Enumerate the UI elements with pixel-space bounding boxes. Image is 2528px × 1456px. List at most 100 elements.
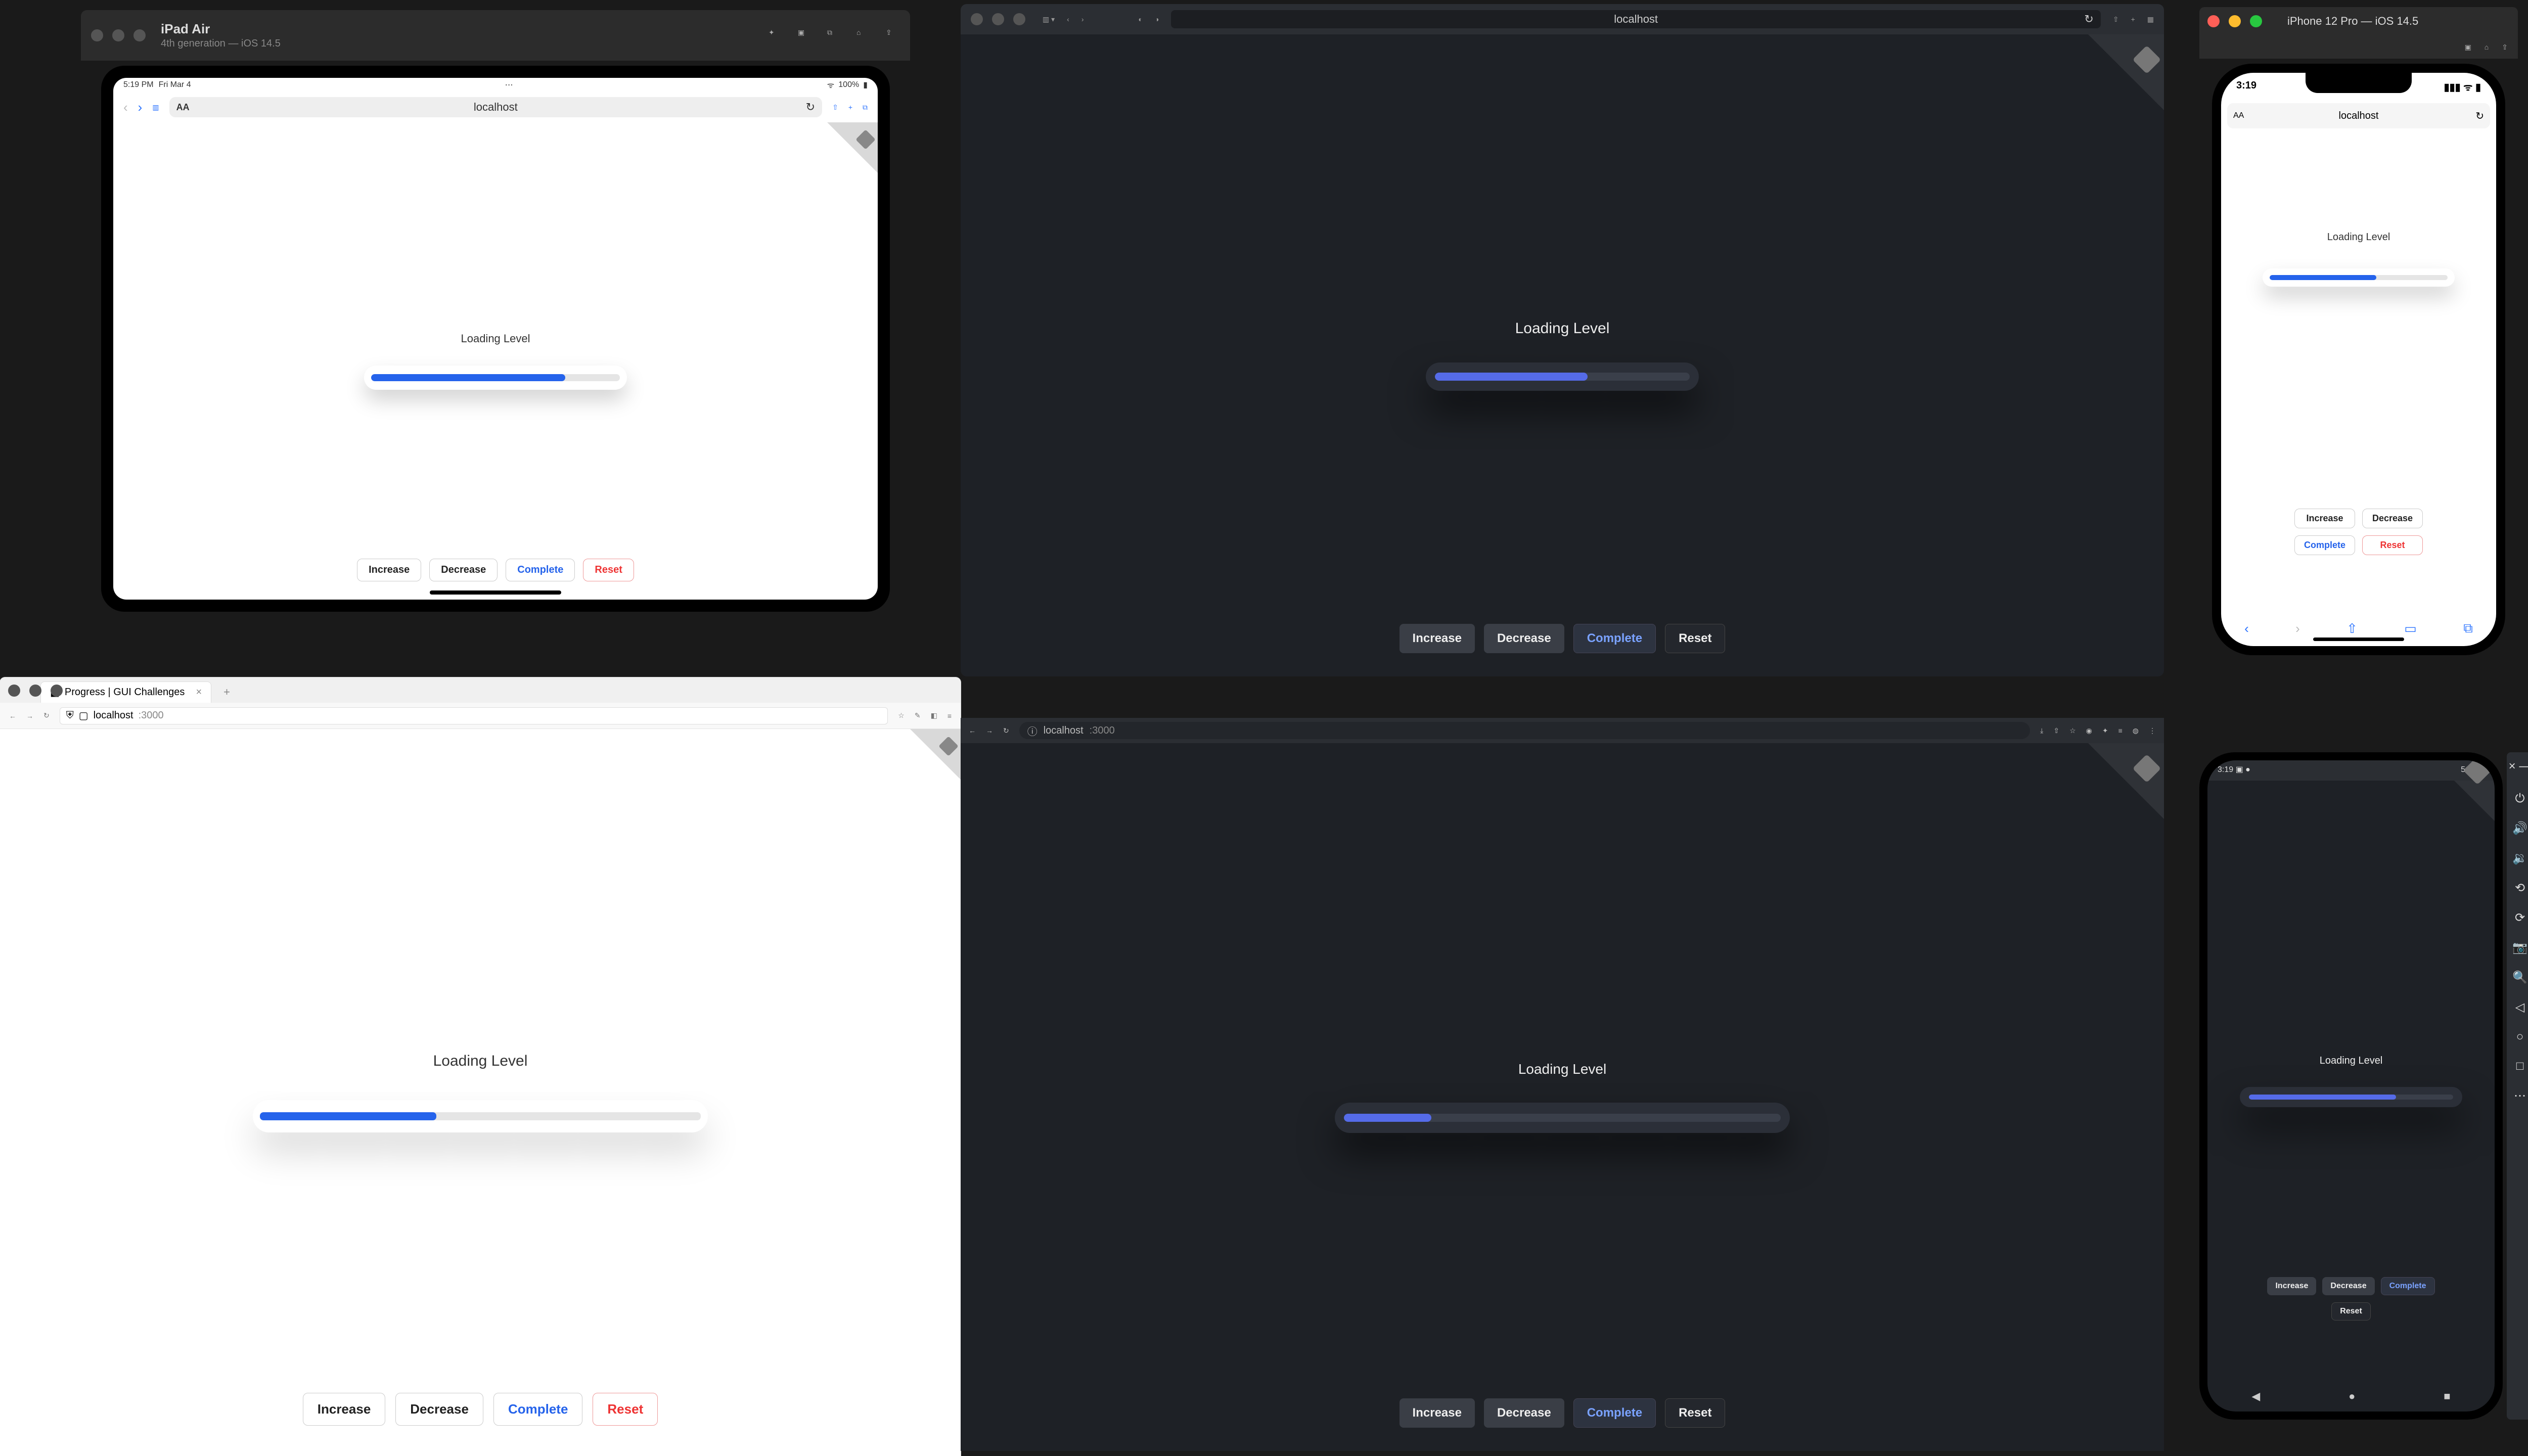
complete-button[interactable]: Complete <box>506 559 575 581</box>
reading-list-icon[interactable]: ≡ <box>2118 726 2123 735</box>
decrease-button[interactable]: Decrease <box>1484 1398 1564 1428</box>
reader-icon[interactable]: AA <box>176 102 190 113</box>
bookmark-icon[interactable]: ☆ <box>2069 726 2076 735</box>
minimize-icon[interactable] <box>2229 15 2241 27</box>
close-icon[interactable] <box>971 13 983 25</box>
reset-button[interactable]: Reset <box>583 559 634 581</box>
bookmark-icon[interactable]: ☆ <box>898 711 905 720</box>
tabs-icon[interactable]: ▦ <box>2147 15 2154 24</box>
back-icon[interactable]: ‹ <box>123 100 128 115</box>
record-icon[interactable]: ⧉ <box>827 28 841 42</box>
sidebar-icon[interactable]: ▥ <box>152 103 159 112</box>
screenshot-icon[interactable]: ▣ <box>798 28 812 42</box>
increase-button[interactable]: Increase <box>1400 1398 1475 1428</box>
complete-button[interactable]: Complete <box>493 1393 582 1426</box>
close-icon[interactable] <box>2207 15 2220 27</box>
overview-icon[interactable]: □ <box>2516 1059 2524 1073</box>
forward-icon[interactable]: › <box>1081 15 1084 23</box>
install-icon[interactable]: ⤓ <box>2040 726 2043 735</box>
extension-icon[interactable]: ◧ <box>931 711 937 720</box>
reset-button[interactable]: Reset <box>593 1393 658 1426</box>
reader-icon[interactable]: AA <box>2233 111 2244 120</box>
back-icon[interactable]: ← <box>969 726 976 735</box>
more-icon[interactable]: ⋯ <box>2514 1088 2526 1103</box>
increase-button[interactable]: Increase <box>2294 509 2355 528</box>
increase-button[interactable]: Increase <box>1400 624 1475 653</box>
screenshot-icon[interactable]: ▣ <box>2465 43 2471 52</box>
fullscreen-icon[interactable] <box>2250 15 2262 27</box>
reload-icon[interactable]: ↻ <box>806 101 815 114</box>
menu-icon[interactable]: ⋮ <box>2149 726 2156 735</box>
forward-icon[interactable]: › <box>2295 621 2300 636</box>
close-icon[interactable] <box>91 29 103 41</box>
share-icon[interactable]: ⇧ <box>832 103 838 112</box>
complete-button[interactable]: Complete <box>1573 1398 1656 1428</box>
tabs-icon[interactable]: ⧉ <box>2463 620 2473 636</box>
minimize-icon[interactable] <box>29 685 41 697</box>
home-icon[interactable]: ○ <box>2516 1030 2524 1044</box>
new-tab-icon[interactable]: + <box>848 103 852 111</box>
volume-up-icon[interactable]: 🔊 <box>2512 821 2527 836</box>
decrease-button[interactable]: Decrease <box>429 559 498 581</box>
reload-icon[interactable]: ↻ <box>1003 726 1009 735</box>
complete-button[interactable]: Complete <box>1573 624 1656 653</box>
shield-icon[interactable]: ⛨ <box>66 710 74 721</box>
close-tab-icon[interactable]: × <box>196 687 202 698</box>
share-icon[interactable]: ⇪ <box>2502 43 2508 52</box>
increase-button[interactable]: Increase <box>303 1393 386 1426</box>
minimize-icon[interactable] <box>112 29 124 41</box>
fullscreen-icon[interactable] <box>1013 13 1025 25</box>
power-icon[interactable]: ⏻ <box>2515 792 2525 806</box>
reset-button[interactable]: Reset <box>2331 1302 2371 1321</box>
decrease-button[interactable]: Decrease <box>395 1393 483 1426</box>
volume-down-icon[interactable]: 🔉 <box>2512 851 2527 866</box>
browser-tab[interactable]: ◧ Progress | GUI Challenges × <box>40 681 211 703</box>
back-icon[interactable]: ‹ <box>1067 15 1069 23</box>
zoom-icon[interactable]: 🔍 <box>2512 970 2527 985</box>
forward-icon[interactable]: → <box>986 726 993 735</box>
reload-icon[interactable]: ↻ <box>2084 13 2093 26</box>
pin-icon[interactable]: ✦ <box>769 28 783 42</box>
new-tab-button[interactable]: + <box>216 681 237 703</box>
decrease-button[interactable]: Decrease <box>1484 624 1564 653</box>
reload-icon[interactable]: ↻ <box>43 711 50 720</box>
url-field[interactable]: ⛨ ▢ localhost:3000 <box>60 707 888 724</box>
increase-button[interactable]: Increase <box>2267 1277 2316 1295</box>
forward-icon[interactable]: → <box>26 712 33 720</box>
close-icon[interactable]: × — <box>2509 759 2528 774</box>
home-icon[interactable]: ⌂ <box>2485 43 2489 51</box>
ipad-url-field[interactable]: AA localhost ↻ <box>169 97 823 117</box>
recents-icon[interactable]: ■ <box>2444 1390 2450 1403</box>
menu-icon[interactable]: ≡ <box>947 712 952 720</box>
complete-button[interactable]: Complete <box>2381 1277 2435 1295</box>
extension-icon[interactable]: ◉ <box>2086 726 2092 735</box>
rotate-left-icon[interactable]: ⟲ <box>2515 881 2525 895</box>
rotate-right-icon[interactable]: ⟳ <box>2515 911 2525 925</box>
decrease-button[interactable]: Decrease <box>2322 1277 2374 1295</box>
eyedropper-icon[interactable]: ✎ <box>915 711 921 720</box>
camera-icon[interactable]: 📷 <box>2512 940 2527 955</box>
minimize-icon[interactable] <box>992 13 1004 25</box>
info-icon[interactable]: ⓘ <box>1027 723 1037 738</box>
close-icon[interactable] <box>8 685 20 697</box>
home-indicator[interactable] <box>430 590 561 595</box>
extensions-icon[interactable]: ✦ <box>2102 726 2108 735</box>
reset-button[interactable]: Reset <box>1665 1398 1725 1428</box>
back-icon[interactable]: ‹ <box>2244 621 2249 636</box>
profile-icon[interactable]: ◍ <box>2133 726 2139 735</box>
privacy-icon[interactable]: ◑ <box>1155 15 1159 23</box>
fullscreen-icon[interactable] <box>51 685 63 697</box>
reload-icon[interactable]: ↻ <box>2475 110 2484 122</box>
shield-icon[interactable]: ◐ <box>1139 15 1143 23</box>
iphone-url-field[interactable]: AA localhost ↻ <box>2227 103 2490 128</box>
home-indicator[interactable] <box>2313 638 2404 641</box>
url-field[interactable]: ⓘ localhost:3000 <box>1019 722 2030 739</box>
back-icon[interactable]: ← <box>9 712 16 720</box>
forward-icon[interactable]: › <box>138 100 143 115</box>
back-icon[interactable]: ◁ <box>2515 1000 2524 1015</box>
home-icon[interactable]: ⌂ <box>856 28 871 42</box>
sidebar-icon[interactable]: ▥ ▾ <box>1043 15 1055 24</box>
share-icon[interactable]: ⇧ <box>2053 726 2059 735</box>
decrease-button[interactable]: Decrease <box>2362 509 2423 528</box>
reset-button[interactable]: Reset <box>2362 535 2423 555</box>
